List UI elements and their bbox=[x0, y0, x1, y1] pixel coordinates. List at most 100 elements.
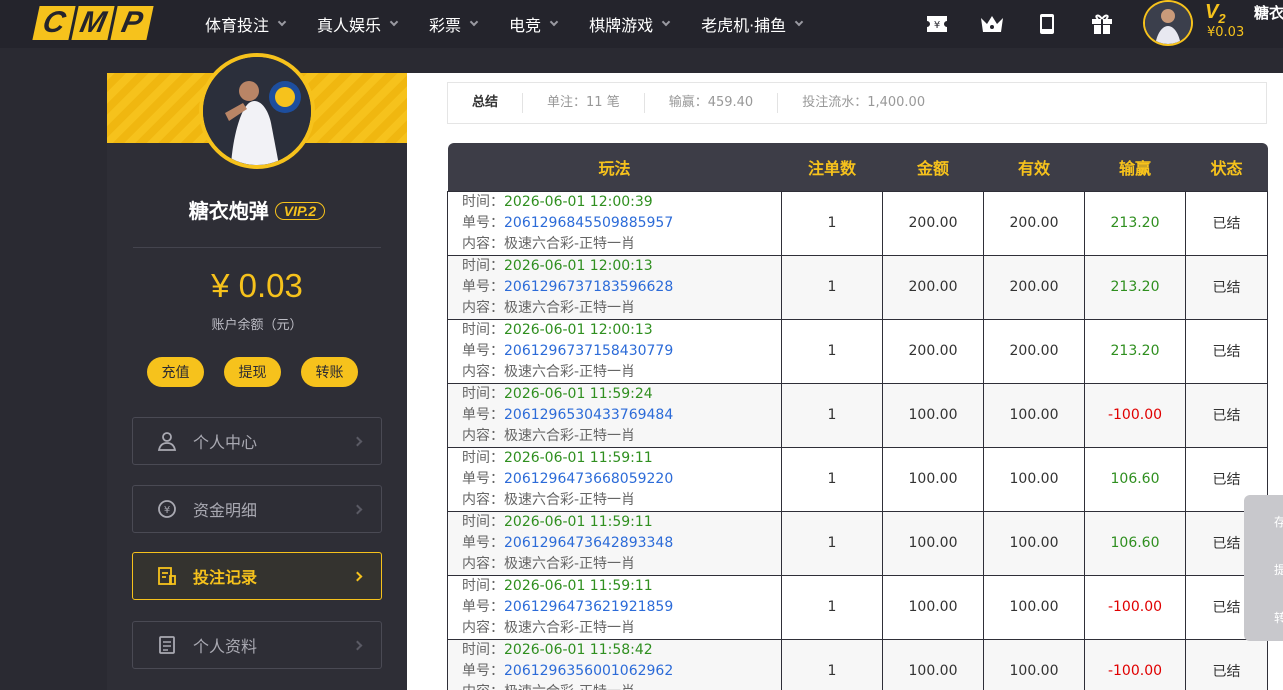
bet-info-cell: 时间：2026-06-01 11:58:42 单号：206129635600106… bbox=[447, 638, 782, 690]
nav-live-casino[interactable]: 真人娱乐 bbox=[317, 0, 399, 48]
menu-personal-info[interactable]: 个人资料 bbox=[132, 621, 382, 669]
order-label: 单号： bbox=[462, 406, 504, 423]
bet-count-cell: 1 bbox=[781, 446, 883, 512]
user-icon bbox=[157, 431, 177, 451]
bet-content: 内容：极速六合彩-正特一肖 bbox=[462, 555, 636, 572]
nav-esports[interactable]: 电竞 bbox=[509, 0, 559, 48]
table-row: 时间：2026-06-01 12:00:13 单号：206129673715843… bbox=[447, 318, 1268, 384]
ticket-icon[interactable]: ¥ bbox=[923, 10, 950, 37]
order-number-link[interactable]: 2061296473621921859 bbox=[504, 599, 673, 615]
order-number-link[interactable]: 2061296737158430779 bbox=[504, 343, 673, 359]
bet-info-cell: 时间：2026-06-01 12:00:13 单号：206129673715843… bbox=[447, 318, 782, 384]
header-avatar[interactable] bbox=[1143, 0, 1193, 46]
bet-content: 内容：极速六合彩-正特一肖 bbox=[462, 235, 636, 252]
bet-amount-cell: 100.00 bbox=[882, 574, 984, 640]
bet-count-cell: 1 bbox=[781, 638, 883, 690]
order-number-link[interactable]: 2061296473668059220 bbox=[504, 471, 673, 487]
menu-label: 投注记录 bbox=[193, 568, 258, 587]
vip-number: 2 bbox=[1218, 11, 1226, 26]
top-icon-group: ¥ bbox=[923, 10, 1115, 37]
order-number-link[interactable]: 2061296845509885957 bbox=[504, 215, 673, 231]
nav-label: 体育投注 bbox=[205, 16, 270, 35]
bet-status-cell: 已结 bbox=[1185, 190, 1268, 256]
bet-amount-cell: 200.00 bbox=[882, 254, 984, 320]
header-vip-level: V2 bbox=[1205, 1, 1226, 26]
col-header-game: 玩法 bbox=[447, 143, 782, 191]
nav-card-games[interactable]: 棋牌游戏 bbox=[589, 0, 671, 48]
profile-username: 糖衣炮弹 VIP.2 bbox=[107, 195, 407, 224]
menu-fund-details[interactable]: ¥ 资金明细 bbox=[132, 485, 382, 533]
username-text: 糖衣炮弹 bbox=[188, 199, 269, 223]
bet-valid-cell: 200.00 bbox=[983, 318, 1085, 384]
summary-winloss: 输赢：459.40 bbox=[645, 93, 779, 113]
bet-valid-cell: 100.00 bbox=[983, 446, 1085, 512]
bet-info-cell: 时间：2026-06-01 11:59:11 单号：206129647362192… bbox=[447, 574, 782, 640]
bet-valid-cell: 100.00 bbox=[983, 382, 1085, 448]
logo-letter: C bbox=[32, 6, 76, 40]
order-number-link[interactable]: 2061296530433769484 bbox=[504, 407, 673, 423]
order-label: 单号： bbox=[462, 534, 504, 551]
profile-avatar[interactable] bbox=[199, 53, 315, 169]
bet-order: 单号：2061296473621921859 bbox=[462, 597, 781, 618]
table-row: 时间：2026-06-01 12:00:39 单号：206129684550988… bbox=[447, 190, 1268, 256]
nav-label: 棋牌游戏 bbox=[589, 16, 654, 35]
transfer-button[interactable]: 转账 bbox=[301, 357, 358, 387]
order-label: 单号： bbox=[462, 214, 504, 231]
order-label: 单号： bbox=[462, 470, 504, 487]
nav-label: 电竞 bbox=[509, 16, 542, 35]
balance-label: 账户余额（元） bbox=[211, 318, 303, 333]
chevron-down-icon bbox=[549, 17, 559, 27]
bet-info-cell: 时间：2026-06-01 12:00:13 单号：206129673718359… bbox=[447, 254, 782, 320]
crown-icon[interactable] bbox=[978, 10, 1005, 37]
chevron-down-icon bbox=[794, 17, 804, 27]
time-value: 2026-06-01 11:59:11 bbox=[504, 449, 653, 466]
bet-valid-cell: 100.00 bbox=[983, 510, 1085, 576]
cmp-logo[interactable]: C M P bbox=[32, 6, 154, 40]
order-number-link[interactable]: 2061296737183596628 bbox=[504, 279, 673, 295]
table-row: 时间：2026-06-01 11:59:24 单号：206129653043376… bbox=[447, 382, 1268, 448]
menu-personal-center[interactable]: 个人中心 bbox=[132, 417, 382, 465]
nav-slots-fishing[interactable]: 老虎机·捕鱼 bbox=[701, 0, 804, 48]
menu-bet-records[interactable]: 投注记录 bbox=[132, 552, 382, 600]
order-label: 单号： bbox=[462, 662, 504, 679]
logo-letter: P bbox=[110, 6, 154, 40]
float-tab-transfer[interactable]: 转 bbox=[1274, 609, 1283, 626]
time-label: 时间： bbox=[462, 449, 504, 466]
bet-time: 时间：2026-06-01 11:59:11 bbox=[462, 512, 781, 533]
user-sidebar: 糖衣炮弹 VIP.2 ¥ 0.03 账户余额（元） 充值 提现 转账 个人中心 ¥… bbox=[107, 53, 407, 690]
bet-content: 内容：极速六合彩-正特一肖 bbox=[462, 491, 636, 508]
bet-order: 单号：2061296473642893348 bbox=[462, 533, 781, 554]
gift-icon[interactable] bbox=[1088, 10, 1115, 37]
time-label: 时间： bbox=[462, 513, 504, 530]
bet-winloss-cell: -100.00 bbox=[1084, 574, 1186, 640]
time-value: 2026-06-01 11:59:11 bbox=[504, 513, 653, 530]
deposit-button[interactable]: 充值 bbox=[147, 357, 204, 387]
withdraw-button[interactable]: 提现 bbox=[224, 357, 281, 387]
vip-badge: VIP.2 bbox=[274, 202, 326, 220]
order-number-link[interactable]: 2061296473642893348 bbox=[504, 535, 673, 551]
mobile-icon[interactable] bbox=[1033, 10, 1060, 37]
floating-side-tab[interactable]: 存 提 转 bbox=[1244, 495, 1283, 641]
nav-sports[interactable]: 体育投注 bbox=[205, 0, 287, 48]
bet-summary: 总结 单注：11 笔 输赢：459.40 投注流水：1,400.00 bbox=[447, 82, 1267, 124]
top-navbar: C M P 体育投注 真人娱乐 彩票 电竞 棋牌游戏 老虎机·捕鱼 ¥ V2 ¥… bbox=[0, 0, 1283, 48]
bet-count-cell: 1 bbox=[781, 510, 883, 576]
bet-content: 内容：极速六合彩-正特一肖 bbox=[462, 682, 781, 690]
bet-valid-cell: 200.00 bbox=[983, 190, 1085, 256]
order-label: 单号： bbox=[462, 342, 504, 359]
float-tab-withdraw[interactable]: 提 bbox=[1274, 561, 1283, 578]
bet-count-cell: 1 bbox=[781, 574, 883, 640]
header-username[interactable]: 糖衣 bbox=[1254, 2, 1283, 23]
bet-record-icon bbox=[157, 566, 177, 586]
bet-order: 单号：2061296845509885957 bbox=[462, 213, 781, 234]
time-label: 时间： bbox=[462, 385, 504, 402]
bet-order: 单号：2061296530433769484 bbox=[462, 405, 781, 426]
table-row: 时间：2026-06-01 11:58:42 单号：206129635600106… bbox=[447, 638, 1268, 690]
table-row: 时间：2026-06-01 11:59:11 单号：206129647364289… bbox=[447, 510, 1268, 576]
bet-valid-cell: 200.00 bbox=[983, 254, 1085, 320]
bet-time: 时间：2026-06-01 11:59:11 bbox=[462, 448, 781, 469]
order-number-link[interactable]: 2061296356001062962 bbox=[504, 663, 673, 679]
bet-amount-cell: 100.00 bbox=[882, 446, 984, 512]
nav-lottery[interactable]: 彩票 bbox=[429, 0, 479, 48]
float-tab-deposit[interactable]: 存 bbox=[1274, 513, 1283, 530]
